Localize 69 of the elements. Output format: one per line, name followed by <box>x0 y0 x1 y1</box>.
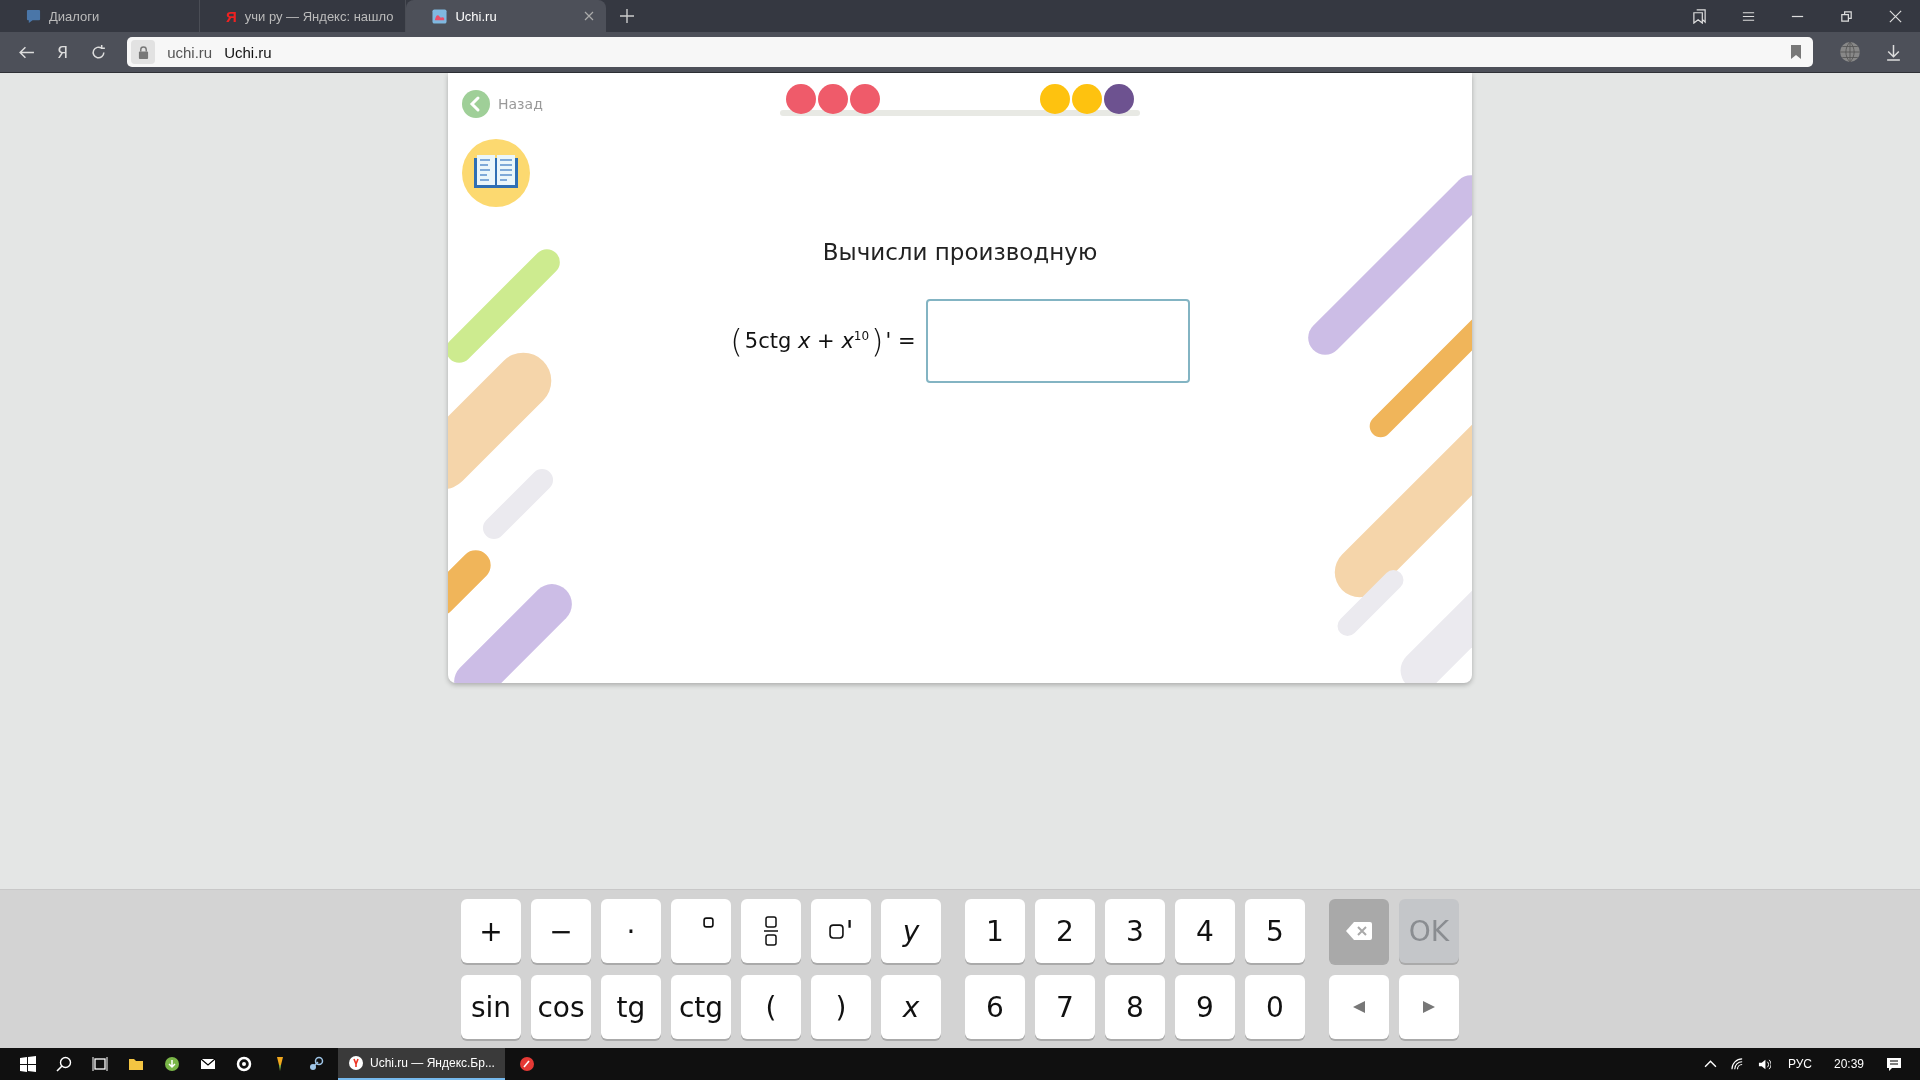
keyboard-key[interactable]: 3 <box>1105 899 1165 963</box>
chat-bubble-icon <box>26 8 41 24</box>
notifications-icon[interactable] <box>1886 1056 1902 1072</box>
download-icon[interactable] <box>1885 43 1902 61</box>
backspace-icon <box>1346 922 1372 940</box>
close-icon[interactable] <box>584 11 595 21</box>
restore-icon[interactable] <box>1839 8 1854 24</box>
browser-icon <box>348 1055 364 1071</box>
keyboard-key[interactable]: + <box>461 899 521 963</box>
search-icon[interactable] <box>56 1056 72 1072</box>
steam-icon[interactable] <box>308 1056 324 1072</box>
keyboard-key[interactable]: ctg <box>671 975 731 1039</box>
lock-icon <box>137 45 149 59</box>
task-title: Вычисли производную <box>822 239 1098 265</box>
paren: ( <box>730 322 743 360</box>
fraction-key[interactable] <box>741 899 801 963</box>
keyboard-key[interactable]: ( <box>741 975 801 1039</box>
keyboard-key[interactable]: − <box>531 899 591 963</box>
page-title: Uchi.ru <box>224 43 272 61</box>
left-triangle-icon <box>1352 1000 1366 1014</box>
small-square-icon <box>702 916 714 928</box>
paren: ) <box>871 322 884 360</box>
keyboard-key[interactable]: 9 <box>1175 975 1235 1039</box>
keyboard-key[interactable]: x <box>881 975 941 1039</box>
right-triangle-icon <box>1422 1000 1436 1014</box>
formula: ' = <box>885 329 916 353</box>
bookmark-icon[interactable] <box>1791 45 1801 59</box>
open-book-icon[interactable] <box>462 139 530 207</box>
keyboard-key[interactable]: 4 <box>1175 899 1235 963</box>
picture-icon <box>432 8 448 24</box>
prime-key[interactable]: ' <box>811 899 871 963</box>
bookmarks-icon[interactable] <box>1692 8 1707 24</box>
windows-start-icon[interactable] <box>20 1056 36 1072</box>
keyboard-key[interactable]: tg <box>601 975 661 1039</box>
wifi-icon[interactable] <box>1730 1057 1744 1071</box>
back-chevron-icon <box>462 90 490 118</box>
fraction-icon <box>764 916 778 946</box>
speaker-icon[interactable] <box>1757 1057 1771 1071</box>
reload-icon[interactable] <box>90 43 108 61</box>
task-view-icon[interactable] <box>92 1056 108 1072</box>
browser-tab[interactable]: Uchi.ru <box>406 0 607 32</box>
taskbar-app-button[interactable]: Uchi.ru — Яндекс.Бр... <box>338 1048 505 1080</box>
download-app-icon[interactable] <box>164 1056 180 1072</box>
keyboard-key[interactable]: 0 <box>1245 975 1305 1039</box>
keyboard-key[interactable]: 2 <box>1035 899 1095 963</box>
keyboard-key[interactable]: 8 <box>1105 975 1165 1039</box>
small-square-icon <box>828 923 844 939</box>
ring-icon[interactable] <box>236 1056 252 1072</box>
folder-icon[interactable] <box>128 1056 144 1072</box>
clock[interactable]: 20:39 <box>1833 1057 1864 1071</box>
keyboard-key[interactable]: sin <box>461 975 521 1039</box>
keyboard-key[interactable]: cos <box>531 975 591 1039</box>
keyboard-language[interactable]: РУС <box>1787 1057 1812 1071</box>
mail-icon[interactable] <box>200 1056 216 1072</box>
tab-favicon: Я <box>226 7 237 25</box>
app-icon[interactable] <box>518 1056 535 1072</box>
url-domain: uchi.ru <box>167 43 213 61</box>
new-tab-icon[interactable] <box>620 9 635 23</box>
formula: 5ctg x + x$^{10}$ <box>744 329 870 353</box>
keyboard-key[interactable]: · <box>601 899 661 963</box>
keyboard-key[interactable]: 7 <box>1035 975 1095 1039</box>
keyboard-key[interactable]: y <box>881 899 941 963</box>
address-bar[interactable]: uchi.ru Uchi.ru <box>127 37 1813 67</box>
keyboard-key[interactable]: ) <box>811 975 871 1039</box>
answer-field[interactable] <box>925 299 1190 383</box>
keyboard-key[interactable]: 1 <box>965 899 1025 963</box>
keyboard-key[interactable]: 5 <box>1245 899 1305 963</box>
browser-logo[interactable]: Я <box>57 42 69 62</box>
keyboard-key[interactable]: 6 <box>965 975 1025 1039</box>
